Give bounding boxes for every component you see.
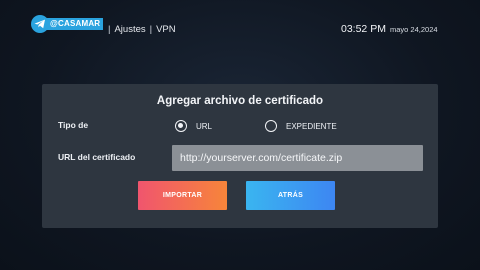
breadcrumb-separator: | bbox=[149, 24, 153, 35]
certificate-url-input[interactable]: http://yourserver.com/certificate.zip bbox=[172, 145, 423, 171]
breadcrumb: | Ajustes | VPN bbox=[108, 24, 176, 35]
radio-label-expediente: EXPEDIENTE bbox=[286, 122, 337, 131]
clock-time: 03:52 PM bbox=[341, 23, 386, 35]
brand-name: @CASAMAR bbox=[45, 18, 104, 30]
type-label: Tipo de bbox=[58, 120, 89, 130]
back-button[interactable]: ATRÁS bbox=[246, 181, 335, 210]
radio-unchecked-icon[interactable] bbox=[265, 120, 277, 132]
import-button[interactable]: IMPORTAR bbox=[138, 181, 227, 210]
breadcrumb-item-ajustes[interactable]: Ajustes bbox=[114, 24, 145, 35]
telegram-icon bbox=[31, 15, 49, 33]
breadcrumb-separator: | bbox=[108, 24, 111, 35]
clock-date: mayo 24,2024 bbox=[390, 25, 438, 34]
top-bar: @CASAMAR | Ajustes | VPN 03:52 PM mayo 24,2… bbox=[0, 0, 480, 44]
breadcrumb-item-vpn[interactable]: VPN bbox=[156, 24, 176, 35]
certificate-url-label: URL del certificado bbox=[58, 152, 136, 162]
certificate-dialog: Agregar archivo de certificado Tipo de U… bbox=[42, 84, 438, 228]
brand-logo: @CASAMAR bbox=[31, 15, 104, 33]
radio-label-url: URL bbox=[196, 122, 213, 131]
dialog-title: Agregar archivo de certificado bbox=[156, 95, 324, 107]
radio-checked-icon[interactable] bbox=[175, 120, 187, 132]
